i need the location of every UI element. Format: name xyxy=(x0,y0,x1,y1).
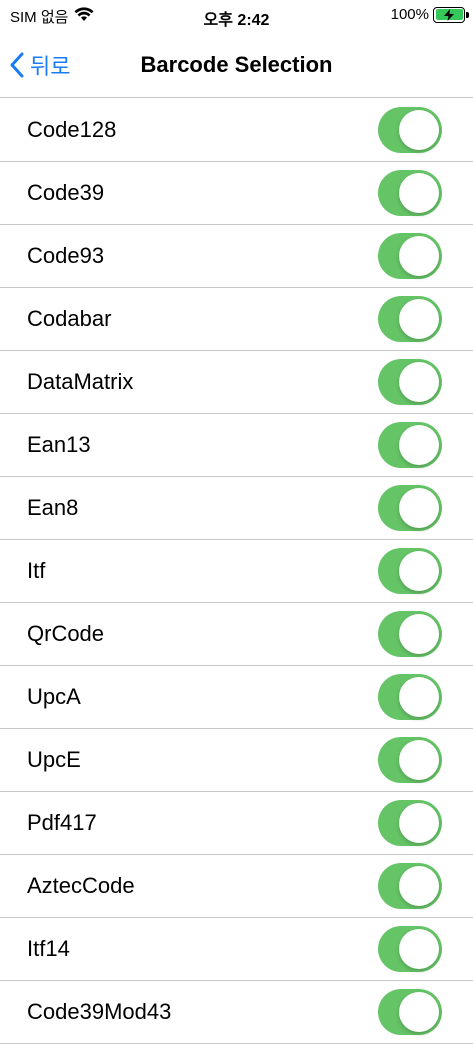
status-right: 100% xyxy=(390,6,469,23)
toggle-knob xyxy=(399,110,439,150)
barcode-toggle[interactable] xyxy=(378,170,442,216)
barcode-toggle[interactable] xyxy=(378,422,442,468)
barcode-toggle[interactable] xyxy=(378,674,442,720)
toggle-knob xyxy=(399,362,439,402)
back-label: 뒤로 xyxy=(30,54,71,79)
toggle-knob xyxy=(399,425,439,465)
battery-icon xyxy=(433,6,469,23)
list-item: Code39Mod43 xyxy=(0,981,473,1044)
toggle-knob xyxy=(399,677,439,717)
barcode-toggle[interactable] xyxy=(378,359,442,405)
list-item: DataMatrix xyxy=(0,351,473,414)
toggle-knob xyxy=(399,992,439,1032)
barcode-label: Pdf417 xyxy=(27,810,97,835)
barcode-label: UpcA xyxy=(27,684,81,709)
barcode-label: Code93 xyxy=(27,243,105,268)
chevron-left-icon xyxy=(10,52,24,78)
barcode-label: Code39 xyxy=(27,180,105,205)
barcode-label: Code39Mod43 xyxy=(27,999,172,1024)
battery-percent: 100% xyxy=(390,6,429,23)
list-item: AztecCode xyxy=(0,855,473,918)
barcode-label: Itf14 xyxy=(27,936,70,961)
barcode-toggle[interactable] xyxy=(378,737,442,783)
barcode-label: QrCode xyxy=(27,621,105,646)
charging-bolt-icon xyxy=(444,8,454,21)
list-item: Pdf417 xyxy=(0,792,473,855)
barcode-toggle[interactable] xyxy=(378,926,442,972)
toggle-knob xyxy=(399,803,439,843)
list-item: Itf14 xyxy=(0,918,473,981)
barcode-toggle[interactable] xyxy=(378,611,442,657)
barcode-toggle[interactable] xyxy=(378,233,442,279)
list-item: Code93 xyxy=(0,225,473,288)
back-button[interactable]: 뒤로 xyxy=(10,49,70,81)
barcode-toggle[interactable] xyxy=(378,989,442,1035)
battery-cap xyxy=(466,11,469,18)
barcode-label: UpcE xyxy=(27,747,81,772)
toggle-knob xyxy=(399,866,439,906)
barcode-label: Code128 xyxy=(27,117,117,142)
toggle-knob xyxy=(399,929,439,969)
status-bar: SIM 없음 오후 2:42 100% xyxy=(0,0,473,34)
list-item: Itf xyxy=(0,540,473,603)
toggle-knob xyxy=(399,488,439,528)
list-item: QrCode xyxy=(0,603,473,666)
page-title: Barcode Selection xyxy=(140,52,333,77)
toggle-knob xyxy=(399,173,439,213)
navigation-bar: 뒤로 Barcode Selection xyxy=(0,34,473,98)
barcode-list: Code128 Code39 Code93 Codabar DataMatrix Ean1… xyxy=(0,99,473,1044)
toggle-knob xyxy=(399,299,439,339)
toggle-knob xyxy=(399,614,439,654)
barcode-toggle[interactable] xyxy=(378,800,442,846)
battery-fill xyxy=(435,8,463,21)
barcode-toggle[interactable] xyxy=(378,863,442,909)
barcode-toggle[interactable] xyxy=(378,107,442,153)
list-item: UpcE xyxy=(0,729,473,792)
barcode-label: Ean13 xyxy=(27,432,91,457)
list-item: Code39 xyxy=(0,162,473,225)
barcode-toggle[interactable] xyxy=(378,296,442,342)
list-item: Codabar xyxy=(0,288,473,351)
barcode-label: DataMatrix xyxy=(27,369,134,394)
toggle-knob xyxy=(399,551,439,591)
toggle-knob xyxy=(399,236,439,276)
list-item: Ean13 xyxy=(0,414,473,477)
list-item: Code128 xyxy=(0,99,473,162)
barcode-label: Itf xyxy=(27,558,46,583)
barcode-label: AztecCode xyxy=(27,873,135,898)
barcode-toggle[interactable] xyxy=(378,548,442,594)
barcode-label: Codabar xyxy=(27,306,112,331)
list-item: UpcA xyxy=(0,666,473,729)
toggle-knob xyxy=(399,740,439,780)
barcode-label: Ean8 xyxy=(27,495,79,520)
barcode-toggle[interactable] xyxy=(378,485,442,531)
list-item: Ean8 xyxy=(0,477,473,540)
